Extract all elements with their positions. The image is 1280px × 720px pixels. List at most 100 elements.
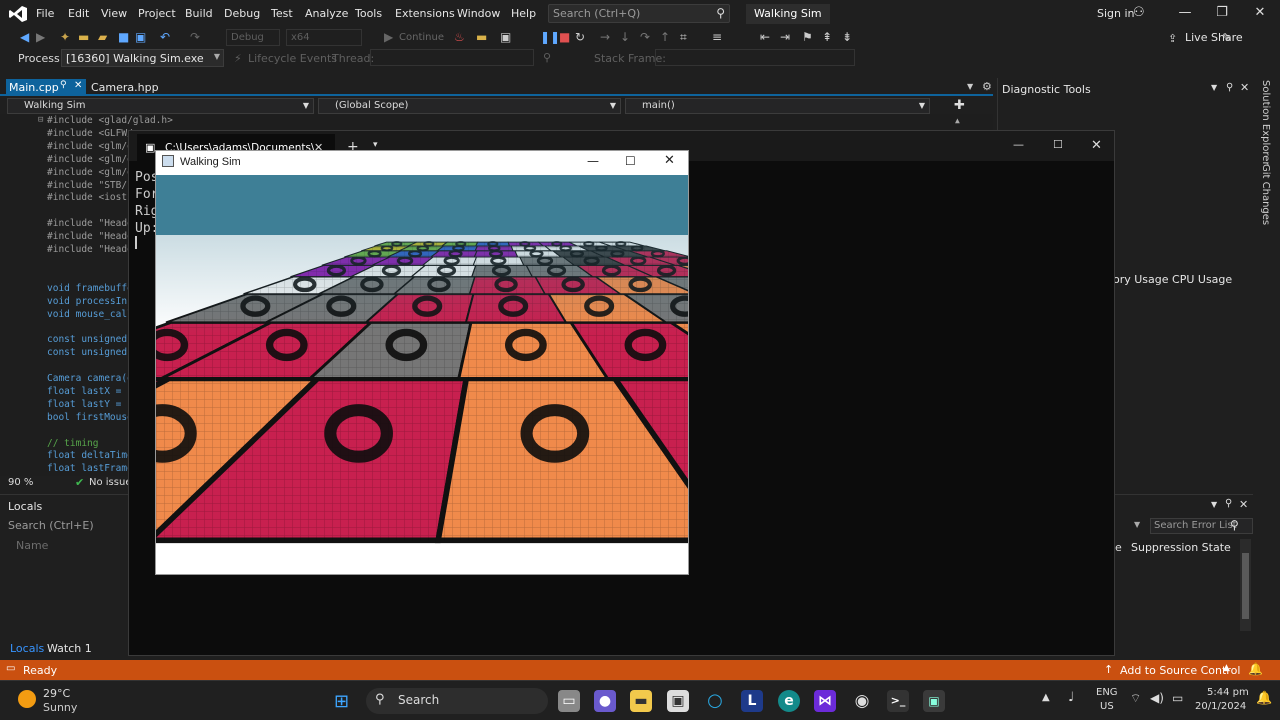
process-dropdown[interactable]: [16360] Walking Sim.exe ▼ — [61, 49, 224, 67]
microphone-icon[interactable]: ♩ — [1068, 690, 1074, 705]
continue-button[interactable]: Continue — [399, 32, 444, 43]
close-icon[interactable]: ✕ — [1091, 138, 1102, 153]
zoom-level[interactable]: 90 % — [8, 477, 33, 488]
suppression-state-header[interactable]: Suppression State — [1131, 541, 1231, 554]
menu-project[interactable]: Project — [138, 7, 176, 20]
task-view-icon[interactable]: ▭ — [558, 690, 580, 712]
clock-time[interactable]: 5:44 pm — [1207, 687, 1249, 698]
ide-search-box[interactable]: Search (Ctrl+Q) ⚲ — [548, 4, 730, 23]
restart-icon[interactable]: ↻ — [575, 30, 585, 44]
screen-icon[interactable]: ▣ — [500, 30, 511, 44]
live-share-button[interactable]: Live Share — [1185, 31, 1243, 44]
step-icon[interactable]: → — [600, 30, 610, 44]
pin-icon[interactable]: ⚲ — [1226, 82, 1233, 93]
bookmark-next-icon[interactable]: ⇟ — [842, 30, 852, 44]
step-into-icon[interactable]: ↓ — [620, 30, 630, 44]
search-icon[interactable]: ⚲ — [1230, 518, 1239, 532]
walking-sim-app-icon[interactable]: ▣ — [923, 690, 945, 712]
weather-temperature[interactable]: 29°C — [43, 687, 70, 700]
language-indicator[interactable]: ENG — [1096, 687, 1118, 698]
function-dropdown[interactable]: main() ▼ — [625, 98, 930, 114]
menu-tools[interactable]: Tools — [355, 7, 382, 20]
notification-bell-icon[interactable]: 🔔 — [1256, 691, 1272, 706]
wifi-icon[interactable]: ⌔ — [1130, 691, 1141, 706]
save-all-icon[interactable]: ▣ — [135, 30, 146, 44]
folder-icon[interactable]: ▬ — [476, 30, 487, 44]
scope-dropdown[interactable]: (Global Scope) ▼ — [318, 98, 621, 114]
chevron-up-icon[interactable]: ▲ — [1042, 692, 1050, 703]
chevron-down-icon[interactable]: ▾ — [373, 140, 378, 150]
maximize-icon[interactable]: ❐ — [1212, 5, 1232, 20]
menu-help[interactable]: Help — [511, 7, 536, 20]
region-indicator[interactable]: US — [1100, 701, 1114, 712]
save-icon[interactable]: ■ — [118, 30, 129, 44]
edge-icon[interactable]: e — [778, 690, 800, 712]
back-icon[interactable]: ◀ — [20, 30, 29, 44]
settings-gear-icon[interactable]: ⚙ — [982, 80, 992, 93]
sign-in-link[interactable]: Sign in — [1097, 7, 1135, 20]
github-icon[interactable]: ◉ — [851, 690, 873, 712]
menu-test[interactable]: Test — [271, 7, 293, 20]
new-item-icon[interactable]: ✦ — [60, 30, 70, 44]
volume-icon[interactable]: ◀) — [1150, 691, 1164, 705]
hex-display-icon[interactable]: ⌗ — [680, 30, 687, 45]
menu-build[interactable]: Build — [185, 7, 213, 20]
close-tab-icon[interactable]: ✕ — [74, 80, 82, 91]
undo-icon[interactable]: ↶ — [160, 30, 170, 44]
visual-studio-icon[interactable]: ⋈ — [814, 690, 836, 712]
step-over-icon[interactable]: ↷ — [640, 30, 650, 44]
maximize-icon[interactable]: ☐ — [625, 154, 636, 168]
menu-analyze[interactable]: Analyze — [305, 7, 348, 20]
tab-watch-1[interactable]: Watch 1 — [47, 642, 92, 655]
solution-explorer-tab[interactable]: Solution Explorer — [1260, 80, 1271, 166]
battery-icon[interactable]: ▭ — [1172, 691, 1183, 705]
close-icon[interactable]: ✕ — [664, 153, 675, 168]
project-dropdown[interactable]: Walking Sim ▼ — [7, 98, 314, 114]
open-folder-icon[interactable]: ▬ — [78, 30, 89, 44]
share-icon[interactable]: ⇪ — [1168, 32, 1177, 45]
taskbar-search[interactable]: ⚲ Search — [366, 688, 548, 714]
pin-icon[interactable]: ⚲ — [60, 80, 67, 90]
open-file-icon[interactable]: ▰ — [98, 30, 107, 44]
close-panel-icon[interactable]: ✕ — [1239, 498, 1248, 511]
split-editor-icon[interactable]: ✚ — [954, 98, 965, 113]
minimize-icon[interactable]: — — [1013, 138, 1024, 151]
windows-start-icon[interactable]: ⊞ — [334, 691, 349, 712]
cortana-icon[interactable]: ○ — [704, 690, 726, 712]
scroll-up-icon[interactable]: ▲ — [955, 116, 960, 125]
close-icon[interactable]: ✕ — [1250, 5, 1270, 20]
comment-icon[interactable]: ≡ — [712, 30, 722, 44]
git-changes-tab[interactable]: Git Changes — [1260, 164, 1271, 225]
minimize-icon[interactable]: — — [1175, 5, 1195, 20]
file-explorer-icon[interactable]: ▬ — [630, 690, 652, 712]
continue-icon[interactable]: ▶ — [384, 30, 393, 44]
column-header-e[interactable]: e — [1115, 541, 1122, 554]
pause-icon[interactable]: ❚❚ — [540, 30, 560, 44]
lifecycle-events[interactable]: Lifecycle Events — [248, 52, 337, 65]
account-icon[interactable]: ⚇ — [1133, 5, 1145, 20]
bookmark-icon[interactable]: ⚑ — [802, 30, 813, 44]
stack-frame-dropdown[interactable] — [655, 49, 855, 66]
weather-condition[interactable]: Sunny — [43, 701, 77, 714]
menu-window[interactable]: Window — [457, 7, 500, 20]
config-dropdown[interactable]: Debug — [226, 29, 280, 46]
platform-dropdown[interactable]: x64 — [286, 29, 362, 46]
close-panel-icon[interactable]: ✕ — [1240, 81, 1249, 94]
dropdown-icon[interactable]: ▼ — [1211, 500, 1217, 509]
forward-icon[interactable]: ▶ — [36, 30, 45, 44]
indent-icon[interactable]: ⇤ — [760, 30, 770, 44]
thread-dropdown[interactable] — [370, 49, 534, 66]
name-column-header[interactable]: Name — [16, 539, 48, 552]
l-app-icon[interactable]: L — [741, 690, 763, 712]
notifications-icon[interactable]: 🔔 — [1248, 662, 1263, 676]
tab-camera-hpp[interactable]: Camera.hpp — [91, 81, 159, 94]
terminal-icon[interactable]: >_ — [887, 690, 909, 712]
diagnostic-tabs[interactable]: ory Usage CPU Usage — [1113, 273, 1232, 286]
step-out-icon[interactable]: ↑ — [660, 30, 670, 44]
tab-list-icon[interactable]: ▼ — [967, 82, 973, 91]
menu-view[interactable]: View — [101, 7, 127, 20]
menu-extensions[interactable]: Extensions — [395, 7, 455, 20]
minimize-icon[interactable]: — — [587, 154, 599, 168]
clock-date[interactable]: 20/1/2024 — [1195, 701, 1246, 712]
maximize-icon[interactable]: ☐ — [1053, 138, 1063, 151]
